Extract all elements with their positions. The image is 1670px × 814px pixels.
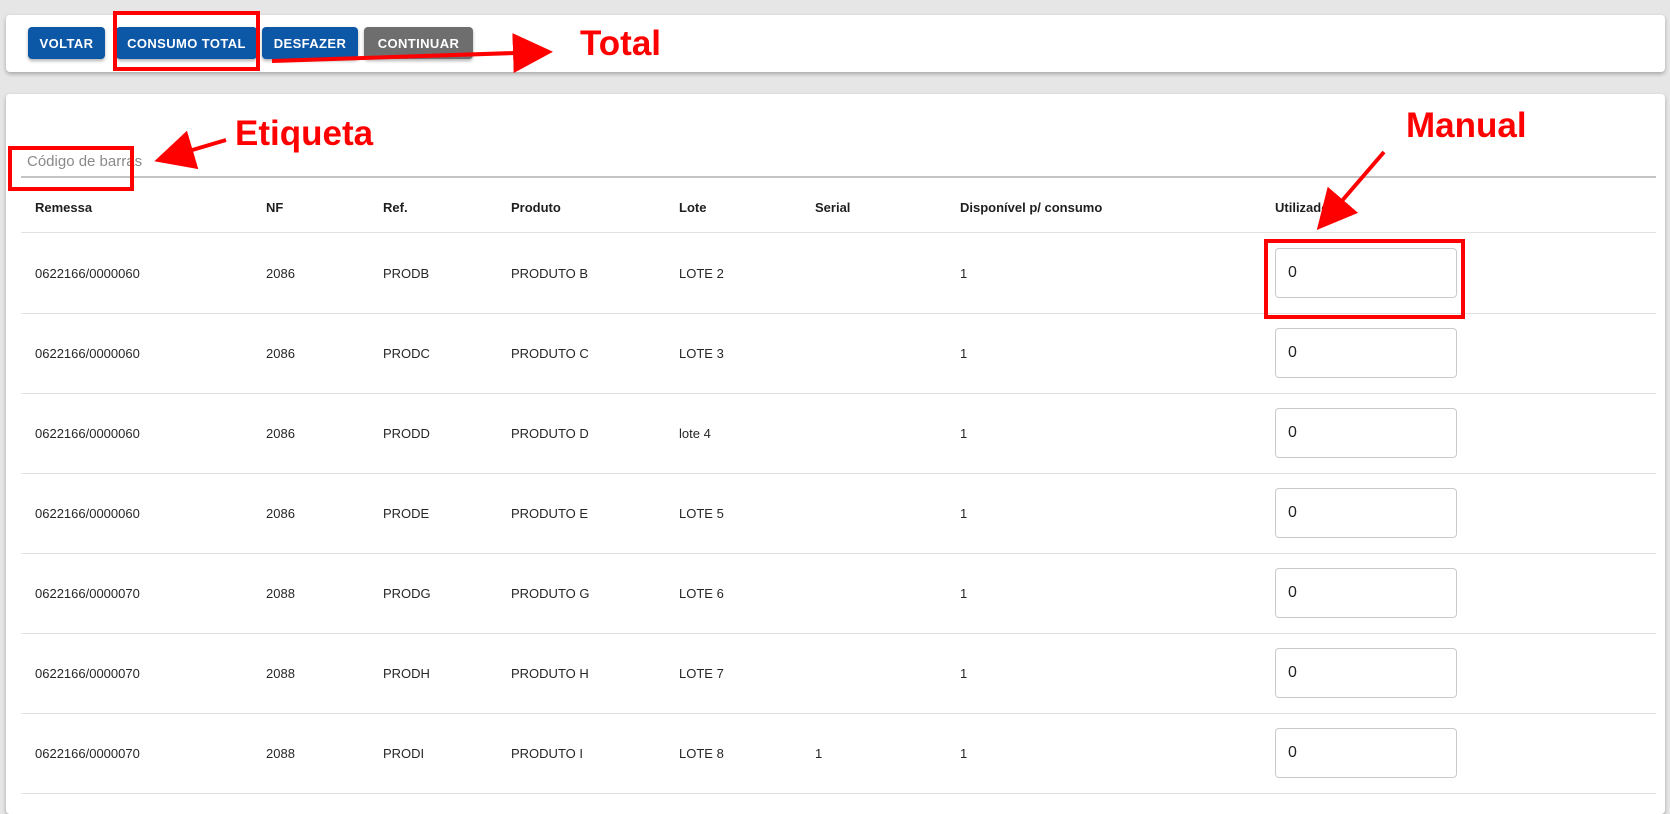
- utilizado-input[interactable]: [1275, 328, 1457, 378]
- cell-disponivel: 1: [960, 745, 968, 761]
- cell-nf: 2088: [266, 745, 295, 761]
- table-row: 0622166/0000070 2088 PRODH PRODUTO H LOTE 7 1: [21, 633, 1656, 714]
- cell-produto: PRODUTO I: [511, 745, 583, 761]
- table-row: 0622166/0000070 2088 PRODG PRODUTO G LOTE 6 1: [21, 553, 1656, 634]
- annotation-label-total: Total: [580, 24, 662, 63]
- cell-ref: PRODG: [383, 585, 431, 601]
- table-row: 0622166/0000070 2088 PRODI PRODUTO I LOTE 8 1…: [21, 713, 1656, 794]
- utilizado-input[interactable]: [1275, 248, 1457, 298]
- utilizado-input[interactable]: [1275, 728, 1457, 778]
- cell-lote: LOTE 7: [679, 665, 724, 681]
- cell-remessa: 0622166/0000060: [35, 425, 140, 441]
- cell-remessa: 0622166/0000070: [35, 585, 140, 601]
- cell-produto: PRODUTO E: [511, 505, 589, 521]
- cell-ref: PRODI: [383, 745, 425, 761]
- cell-nf: 2086: [266, 345, 295, 361]
- cell-lote: LOTE 6: [679, 585, 724, 601]
- table-header: Remessa NF Ref. Produto Lote Serial Disp…: [21, 182, 1656, 233]
- cell-disponivel: 1: [960, 585, 968, 601]
- consumo-total-button[interactable]: CONSUMO TOTAL: [116, 27, 257, 59]
- cell-ref: PRODC: [383, 345, 430, 361]
- table-row: 0622166/0000060 2086 PRODB PRODUTO B LOTE 2 1: [21, 233, 1656, 314]
- header-remessa: Remessa: [35, 199, 93, 215]
- annotation-label-etiqueta: Etiqueta: [235, 114, 374, 153]
- cell-produto: PRODUTO G: [511, 585, 590, 601]
- cell-nf: 2086: [266, 425, 295, 441]
- utilizado-input[interactable]: [1275, 408, 1457, 458]
- cell-lote: LOTE 3: [679, 345, 724, 361]
- consumption-panel: Remessa NF Ref. Produto Lote Serial Disp…: [6, 94, 1665, 814]
- table-row: 0622166/0000060 2086 PRODC PRODUTO C LOTE 3 1: [21, 313, 1656, 394]
- utilizado-input[interactable]: [1275, 568, 1457, 618]
- desfazer-button[interactable]: DESFAZER: [262, 27, 358, 59]
- header-disponivel: Disponível p/ consumo: [960, 199, 1103, 215]
- utilizado-input[interactable]: [1275, 488, 1457, 538]
- cell-remessa: 0622166/0000060: [35, 265, 140, 281]
- cell-disponivel: 1: [960, 505, 968, 521]
- cell-nf: 2086: [266, 505, 295, 521]
- cell-remessa: 0622166/0000070: [35, 665, 140, 681]
- header-serial: Serial: [815, 199, 851, 215]
- cell-disponivel: 1: [960, 345, 968, 361]
- cell-ref: PRODB: [383, 265, 430, 281]
- cell-disponivel: 1: [960, 425, 968, 441]
- cell-ref: PRODH: [383, 665, 430, 681]
- voltar-button[interactable]: VOLTAR: [28, 27, 105, 59]
- cell-produto: PRODUTO B: [511, 265, 589, 281]
- header-produto: Produto: [511, 199, 561, 215]
- cell-lote: LOTE 8: [679, 745, 724, 761]
- cell-lote: lote 4: [679, 425, 711, 441]
- cell-nf: 2088: [266, 585, 295, 601]
- cell-ref: PRODD: [383, 425, 430, 441]
- action-toolbar: VOLTAR CONSUMO TOTAL DESFAZER CONTINUAR: [6, 15, 1665, 72]
- cell-nf: 2088: [266, 665, 295, 681]
- cell-remessa: 0622166/0000070: [35, 745, 140, 761]
- cell-disponivel: 1: [960, 665, 968, 681]
- table-row: 0622166/0000060 2086 PRODD PRODUTO D lote 4 1: [21, 393, 1656, 474]
- cell-disponivel: 1: [960, 265, 968, 281]
- cell-nf: 2086: [266, 265, 295, 281]
- cell-produto: PRODUTO H: [511, 665, 589, 681]
- cell-serial: 1: [815, 745, 823, 761]
- cell-ref: PRODE: [383, 505, 430, 521]
- cell-remessa: 0622166/0000060: [35, 505, 140, 521]
- continuar-button[interactable]: CONTINUAR: [364, 27, 473, 59]
- cell-produto: PRODUTO D: [511, 425, 589, 441]
- cell-remessa: 0622166/0000060: [35, 345, 140, 361]
- header-lote: Lote: [679, 199, 707, 215]
- cell-produto: PRODUTO C: [511, 345, 589, 361]
- utilizado-input[interactable]: [1275, 648, 1457, 698]
- header-utilizado: Utilizado: [1275, 199, 1330, 215]
- table-row: 0622166/0000060 2086 PRODE PRODUTO E LOTE 5 1: [21, 473, 1656, 554]
- cell-lote: LOTE 2: [679, 265, 724, 281]
- annotation-label-manual: Manual: [1406, 106, 1527, 145]
- header-nf: NF: [266, 199, 284, 215]
- cell-lote: LOTE 5: [679, 505, 724, 521]
- header-ref: Ref.: [383, 199, 408, 215]
